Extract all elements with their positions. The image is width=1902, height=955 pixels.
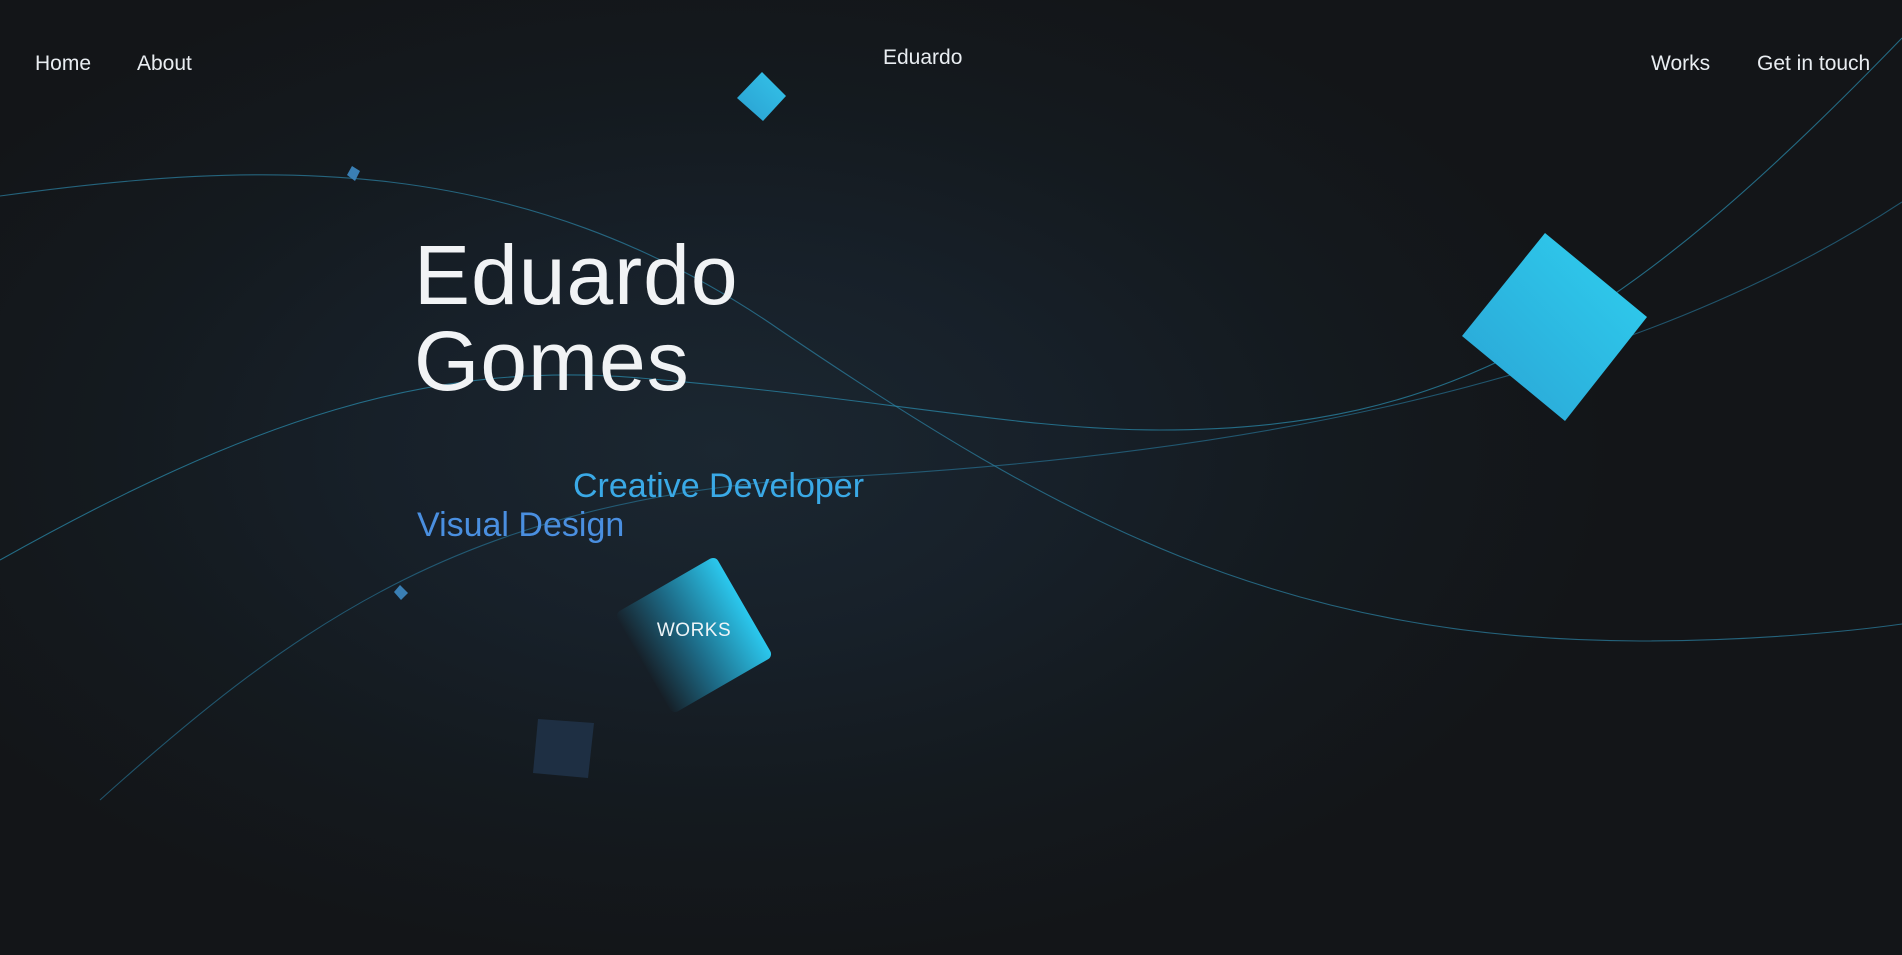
role-secondary: Visual Design (417, 506, 625, 544)
tiny-diamond (394, 585, 408, 600)
wave-line (99, 201, 1902, 801)
floating-square-dim (533, 719, 594, 778)
floating-diamond-top (737, 72, 786, 121)
wave-line (0, 174, 1902, 642)
works-button-label[interactable]: WORKS (636, 620, 752, 642)
nav-about-link[interactable]: About (137, 52, 192, 76)
background-decoration (0, 37, 1902, 801)
role-primary: Creative Developer (573, 467, 865, 505)
nav-home-link[interactable]: Home (35, 52, 91, 76)
hero-title: Eduardo Gomes (414, 232, 739, 404)
brand-logo-link[interactable]: Eduardo (883, 46, 962, 70)
page: Home About Eduardo Works Get in touch Ed… (0, 0, 1902, 955)
floating-diamond-large (1462, 233, 1647, 421)
hero-last-name: Gomes (414, 314, 690, 408)
nav-works-link[interactable]: Works (1651, 52, 1710, 76)
hero-first-name: Eduardo (414, 228, 739, 322)
nav-contact-link[interactable]: Get in touch (1757, 52, 1870, 76)
